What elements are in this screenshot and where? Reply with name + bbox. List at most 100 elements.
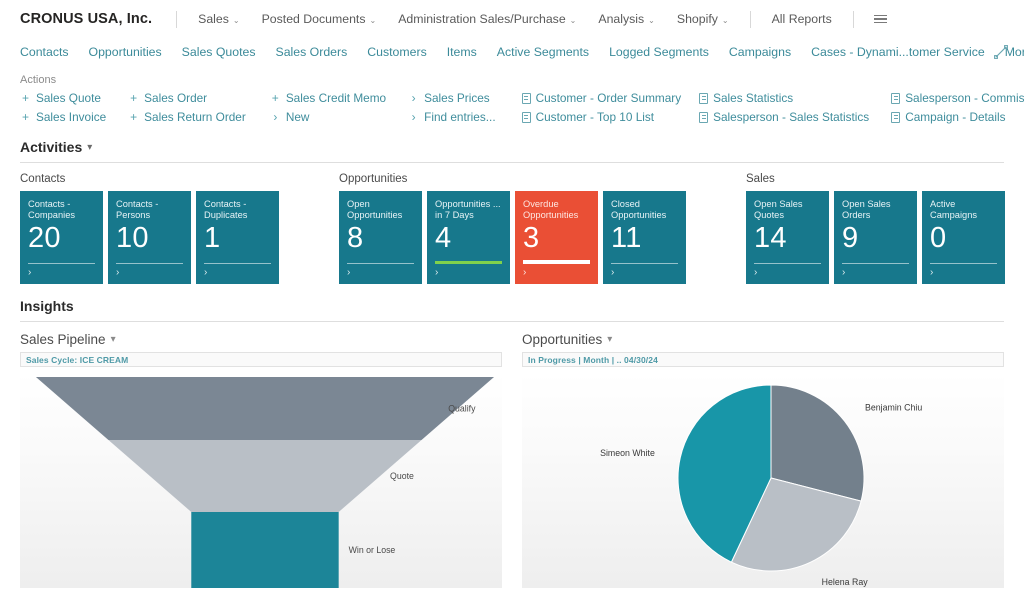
cue-tile-open-sales-orders[interactable]: Open Sales Orders 9 › — [834, 191, 917, 284]
cue-tile-active-campaigns[interactable]: Active Campaigns 0 › — [922, 191, 1005, 284]
chevron-down-icon[interactable]: ⌄ — [722, 16, 729, 25]
expand-icon[interactable] — [992, 43, 1010, 61]
chevron-right-icon[interactable]: › — [754, 268, 821, 278]
sales-pipeline-card: Sales Pipeline ▾ Sales Cycle: ICE CREAM … — [20, 332, 502, 588]
cue-tile-open-opportunities[interactable]: Open Opportunities 8 › — [339, 191, 422, 284]
tab-opportunities[interactable]: Opportunities — [79, 42, 172, 62]
actions-column-2: + Sales Order + Sales Return Order — [128, 91, 246, 125]
cue-tile-indicator-bar — [347, 263, 414, 264]
nav-item-label: Administration Sales/Purchase — [398, 12, 566, 26]
tab-label: Opportunities — [88, 45, 162, 59]
cue-tile-opportunities-in-7-days[interactable]: Opportunities ... in 7 Days 4 › — [427, 191, 510, 284]
tab-sales-quotes[interactable]: Sales Quotes — [172, 42, 266, 62]
cue-group-opportunities: Opportunities Open Opportunities 8 › Opportu… — [339, 173, 686, 284]
tab-active-segments[interactable]: Active Segments — [487, 42, 599, 62]
nav-item-sales[interactable]: Sales ⌄ — [187, 8, 250, 30]
cue-tiles: Open Opportunities 8 › Opportunities ... in… — [339, 191, 686, 284]
chevron-right-icon[interactable]: › — [204, 268, 271, 278]
opportunities-filter[interactable]: In Progress | Month | .. 04/30/24 — [522, 352, 1004, 367]
sales-pipeline-filter[interactable]: Sales Cycle: ICE CREAM — [20, 352, 502, 367]
cue-tile-open-sales-quotes[interactable]: Open Sales Quotes 14 › — [746, 191, 829, 284]
cue-tile-indicator-bar — [116, 263, 183, 264]
tab-cases-dynami-tomer-service[interactable]: Cases - Dynami...tomer Service — [801, 42, 995, 62]
opportunities-pie-chart[interactable]: Benjamin Chiu Helena Ray Simeon White — [522, 373, 1004, 588]
nav-item-all-reports[interactable]: All Reports — [761, 8, 843, 30]
chevron-down-icon[interactable]: ⌄ — [570, 16, 577, 25]
chevron-down-icon[interactable]: ▾ — [87, 142, 92, 153]
chevron-down-icon[interactable]: ⌄ — [648, 16, 655, 25]
nav-items: Sales ⌄ Posted Documents ⌄ Administration Sa… — [187, 8, 843, 30]
action-sales-credit-memo[interactable]: + Sales Credit Memo — [270, 91, 386, 106]
cue-tile-contacts-persons[interactable]: Contacts - Persons 10 › — [108, 191, 191, 284]
action-sales-statistics[interactable]: Sales Statistics — [699, 91, 869, 106]
activities-title: Activities — [20, 139, 83, 155]
chevron-right-icon[interactable]: › — [930, 268, 997, 278]
tab-sales-orders[interactable]: Sales Orders — [266, 42, 358, 62]
tab-customers[interactable]: Customers — [357, 42, 436, 62]
plus-icon: + — [271, 91, 279, 105]
action-salesperson-commission[interactable]: Salesperson - Commission — [891, 91, 1024, 106]
nav-item-administration-sales-purchase[interactable]: Administration Sales/Purchase ⌄ — [387, 8, 587, 30]
cue-tile-footer: › — [116, 263, 183, 278]
nav-item-label: Posted Documents — [261, 12, 366, 26]
chevron-right-icon[interactable]: › — [435, 268, 502, 278]
tab-items[interactable]: Items — [437, 42, 487, 62]
cue-tile-value: 10 — [116, 222, 149, 254]
cue-tile-footer: › — [347, 263, 414, 278]
chevron-right-icon[interactable]: › — [523, 268, 590, 278]
tab-campaigns[interactable]: Campaigns — [719, 42, 801, 62]
sales-pipeline-header[interactable]: Sales Pipeline ▾ — [20, 332, 502, 347]
cue-tile-caption: Active Campaigns — [930, 199, 978, 220]
chevron-right-icon: › — [411, 110, 416, 124]
cue-tile-contacts-duplicates[interactable]: Contacts - Duplicates 1 › — [196, 191, 279, 284]
chevron-down-icon[interactable]: ⌄ — [370, 16, 377, 25]
action-customer-order-summary[interactable]: Customer - Order Summary — [521, 91, 681, 106]
top-navigation-bar: CRONUS USA, Inc. Sales ⌄ Posted Documents ⌄… — [0, 0, 1024, 38]
opportunities-header[interactable]: Opportunities ▾ — [522, 332, 1004, 347]
action-label: Sales Statistics — [713, 91, 794, 105]
action-sales-return-order[interactable]: + Sales Return Order — [128, 110, 246, 125]
cue-tile-overdue-opportunities[interactable]: Overdue Opportunities 3 › — [515, 191, 598, 284]
hamburger-icon[interactable] — [864, 9, 897, 30]
report-icon — [521, 93, 531, 104]
tab-label: Items — [446, 45, 477, 59]
chevron-right-icon[interactable]: › — [611, 268, 678, 278]
chevron-down-icon[interactable]: ▾ — [607, 334, 612, 345]
chevron-right-icon[interactable]: › — [28, 268, 95, 278]
actions-column-6: Sales Statistics Salesperson - Sales Stat… — [699, 91, 869, 125]
action-campaign-details[interactable]: Campaign - Details — [891, 110, 1024, 125]
action-sales-quote[interactable]: + Sales Quote — [20, 91, 106, 106]
cue-tile-closed-opportunities[interactable]: Closed Opportunities 11 › — [603, 191, 686, 284]
actions-section: Actions + Sales Quote + Sales Invoice + Sales… — [0, 66, 1024, 125]
chevron-down-icon[interactable]: ▾ — [111, 334, 116, 345]
action-new[interactable]: › New — [270, 110, 386, 125]
action-sales-prices[interactable]: › Sales Prices — [408, 91, 495, 106]
sales-pipeline-funnel-chart[interactable]: Qualify Quote Win or Lose — [20, 373, 502, 588]
cue-tile-value: 8 — [347, 222, 364, 254]
action-customer-top-10-list[interactable]: Customer - Top 10 List — [521, 110, 682, 125]
cue-tile-indicator-bar — [204, 263, 271, 264]
cue-tile-indicator-bar — [754, 263, 821, 264]
tab-label: Logged Segments — [609, 45, 709, 59]
chevron-right-icon[interactable]: › — [842, 268, 909, 278]
action-salesperson-sales-statistics[interactable]: Salesperson - Sales Statistics — [699, 110, 869, 125]
activities-header[interactable]: Activities ▾ — [20, 139, 1004, 162]
tab-logged-segments[interactable]: Logged Segments — [599, 42, 719, 62]
chevron-right-icon[interactable]: › — [347, 268, 414, 278]
action-sales-order[interactable]: + Sales Order — [128, 91, 246, 106]
cue-tile-contacts-companies[interactable]: Contacts - Companies 20 › — [20, 191, 103, 284]
chevron-right-icon[interactable]: › — [116, 268, 183, 278]
nav-item-posted-documents[interactable]: Posted Documents ⌄ — [251, 8, 388, 30]
nav-item-analysis[interactable]: Analysis ⌄ — [587, 8, 666, 30]
chevron-right-icon: › — [273, 110, 278, 124]
action-sales-invoice[interactable]: + Sales Invoice — [20, 110, 106, 125]
cue-tile-caption: Closed Opportunities — [611, 199, 667, 220]
cue-tile-value: 1 — [204, 222, 221, 254]
chevron-down-icon[interactable]: ⌄ — [233, 16, 240, 25]
nav-item-shopify[interactable]: Shopify ⌄ — [666, 8, 740, 30]
action-find-entries[interactable]: › Find entries... — [408, 110, 496, 125]
action-label: Sales Prices — [424, 91, 490, 105]
tab-contacts[interactable]: Contacts — [20, 42, 79, 62]
pie-label-benjamin-chiu: Benjamin Chiu — [865, 403, 922, 413]
funnel-label-win-or-lose: Win or Lose — [349, 545, 396, 555]
